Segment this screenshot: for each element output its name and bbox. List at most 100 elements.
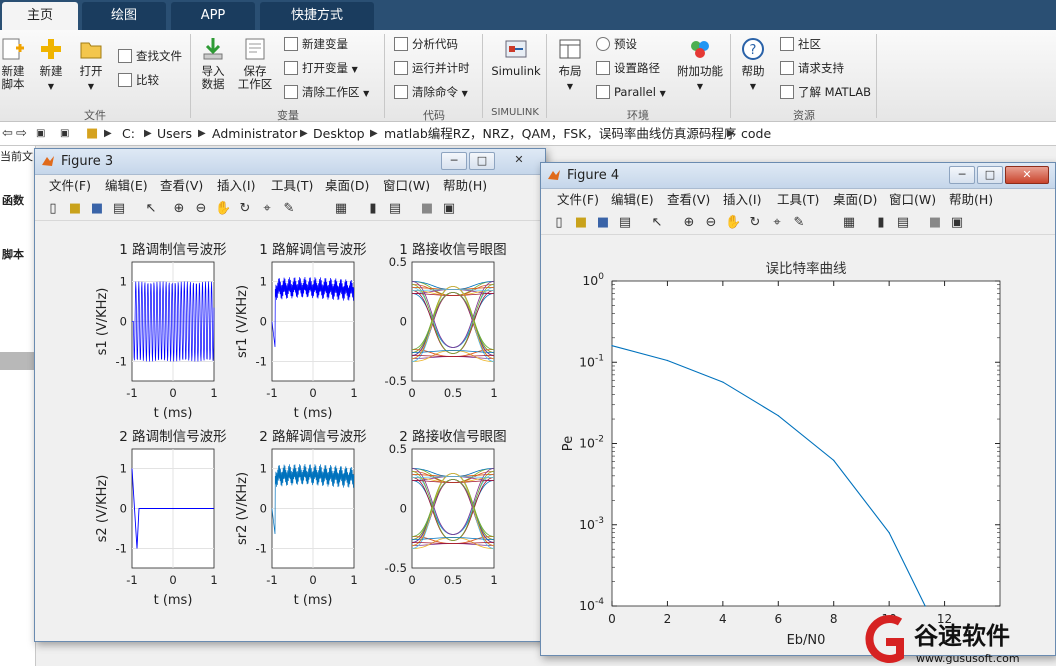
x-tick-label: 1 (210, 573, 217, 587)
analyze-code-button[interactable]: 分析代码 (394, 36, 458, 52)
set-path-button[interactable]: 设置路径 (596, 60, 660, 76)
compare-button[interactable]: 比较 (118, 72, 159, 88)
addons-button[interactable]: 附加功能 ▼ (676, 36, 724, 93)
save-icon[interactable]: ■ (595, 215, 611, 231)
print-icon[interactable]: ▤ (111, 201, 127, 217)
open-variable-button[interactable]: 打开变量 ▼ (284, 60, 358, 78)
open-file-icon[interactable]: ■ (573, 215, 589, 231)
colorbar-icon[interactable]: ▮ (873, 215, 889, 231)
clear-workspace-button[interactable]: 清除工作区 ▼ (284, 84, 369, 102)
menu-window[interactable]: 窗口(W) (889, 189, 936, 211)
menu-view[interactable]: 查看(V) (667, 189, 710, 211)
colorbar-icon[interactable]: ▮ (365, 201, 381, 217)
zoom-in-icon[interactable]: ⊕ (171, 201, 187, 217)
maximize-button[interactable]: □ (977, 166, 1003, 184)
crumb-administrator[interactable]: Administrator (212, 122, 297, 145)
browse-folder-icon[interactable]: ▣ (60, 122, 69, 145)
pointer-icon[interactable]: ↖ (649, 215, 665, 231)
new-script-button[interactable]: 新建 脚本 (0, 36, 26, 91)
menu-insert[interactable]: 插入(I) (723, 189, 761, 211)
data-cursor-icon[interactable]: ⌖ (259, 201, 275, 217)
data-cursor-icon[interactable]: ⌖ (769, 215, 785, 231)
maximize-button[interactable]: □ (469, 152, 495, 170)
zoom-out-icon[interactable]: ⊖ (193, 201, 209, 217)
figure-3-titlebar[interactable]: Figure 3 ─ □ ✕ (35, 149, 545, 175)
pan-icon[interactable]: ✋ (215, 201, 231, 217)
menu-window[interactable]: 窗口(W) (383, 175, 430, 197)
new-figure-icon[interactable]: ▯ (551, 215, 567, 231)
pan-icon[interactable]: ✋ (725, 215, 741, 231)
tab-shortcuts[interactable]: 快捷方式 (260, 2, 374, 30)
learn-matlab-button[interactable]: 了解 MATLAB (780, 84, 871, 100)
close-button[interactable]: ✕ (497, 152, 541, 170)
selected-file-row[interactable] (0, 352, 36, 370)
legend-icon[interactable]: ▤ (387, 201, 403, 217)
run-and-time-icon (394, 61, 408, 75)
up-folder-icon[interactable]: ▣ (36, 122, 45, 145)
menu-edit[interactable]: 编辑(E) (105, 175, 148, 197)
minimize-button[interactable]: ─ (441, 152, 467, 170)
simulink-button[interactable]: Simulink (490, 36, 542, 78)
new-figure-icon[interactable]: ▯ (45, 201, 61, 217)
print-icon[interactable]: ▤ (617, 215, 633, 231)
show-tools-icon[interactable]: ▣ (949, 215, 965, 231)
link-plot-icon[interactable]: ▦ (841, 215, 857, 231)
new-variable-button[interactable]: 新建变量 (284, 36, 348, 52)
help-button[interactable]: ? 帮助 ▼ (738, 36, 768, 93)
hide-tools-icon[interactable]: ■ (927, 215, 943, 231)
gear-icon (596, 37, 610, 51)
layout-button[interactable]: 布局 ▼ (554, 36, 586, 93)
crumb-desktop[interactable]: Desktop (313, 122, 365, 145)
open-button[interactable]: 打开 ▼ (76, 36, 106, 93)
hide-tools-icon[interactable]: ■ (419, 201, 435, 217)
tab-apps[interactable]: APP (171, 2, 255, 30)
crumb-project[interactable]: matlab编程RZ，NRZ，QAM，FSK，误码率曲线仿真源码程序 (384, 122, 736, 145)
crumb-users[interactable]: Users (157, 122, 192, 145)
menu-desktop[interactable]: 桌面(D) (833, 189, 877, 211)
menu-insert[interactable]: 插入(I) (217, 175, 255, 197)
minimize-button[interactable]: ─ (949, 166, 975, 184)
crumb-code[interactable]: code (741, 122, 771, 145)
zoom-out-icon[interactable]: ⊖ (703, 215, 719, 231)
rotate-icon[interactable]: ↻ (747, 215, 763, 231)
link-plot-icon[interactable]: ▦ (333, 201, 349, 217)
legend-icon[interactable]: ▤ (895, 215, 911, 231)
import-data-button[interactable]: 导入 数据 (196, 36, 230, 91)
new-button[interactable]: 新建 ▼ (36, 36, 66, 93)
menu-help[interactable]: 帮助(H) (443, 175, 487, 197)
community-label: 社区 (798, 37, 821, 51)
rotate-icon[interactable]: ↻ (237, 201, 253, 217)
preferences-button[interactable]: 预设 (596, 36, 637, 52)
menu-file[interactable]: 文件(F) (49, 175, 91, 197)
clear-commands-button[interactable]: 清除命令 ▼ (394, 84, 468, 102)
menu-tools[interactable]: 工具(T) (777, 189, 819, 211)
request-support-button[interactable]: 请求支持 (780, 60, 844, 76)
menu-desktop[interactable]: 桌面(D) (325, 175, 369, 197)
tab-plots[interactable]: 绘图 (82, 2, 166, 30)
brush-icon[interactable]: ✎ (791, 215, 807, 231)
menu-help[interactable]: 帮助(H) (949, 189, 993, 211)
save-icon[interactable]: ■ (89, 201, 105, 217)
forward-arrow-icon[interactable]: ⇨ (16, 122, 27, 145)
open-file-icon[interactable]: ■ (67, 201, 83, 217)
menu-file[interactable]: 文件(F) (557, 189, 599, 211)
brush-icon[interactable]: ✎ (281, 201, 297, 217)
parallel-button[interactable]: Parallel ▼ (596, 84, 666, 102)
community-button[interactable]: 社区 (780, 36, 821, 52)
find-files-button[interactable]: 查找文件 (118, 48, 182, 64)
show-tools-icon[interactable]: ▣ (441, 201, 457, 217)
menu-tools[interactable]: 工具(T) (271, 175, 313, 197)
y-tick-label: 1 (120, 275, 127, 289)
pointer-icon[interactable]: ↖ (143, 201, 159, 217)
current-folder-address-bar[interactable]: ⇦ ⇨ ▣ ▣ ■ ▶ C: ▶ Users ▶ Administrator ▶… (0, 122, 1056, 146)
save-workspace-button[interactable]: 保存 工作区 (236, 36, 274, 91)
crumb-drive[interactable]: C: (122, 122, 135, 145)
run-and-time-button[interactable]: 运行并计时 (394, 60, 470, 76)
tab-home[interactable]: 主页 (2, 2, 78, 30)
back-arrow-icon[interactable]: ⇦ (2, 122, 13, 145)
menu-edit[interactable]: 编辑(E) (611, 189, 654, 211)
figure-4-titlebar[interactable]: Figure 4 ─ □ ✕ (541, 163, 1055, 189)
menu-view[interactable]: 查看(V) (160, 175, 203, 197)
close-button[interactable]: ✕ (1005, 166, 1049, 184)
zoom-in-icon[interactable]: ⊕ (681, 215, 697, 231)
